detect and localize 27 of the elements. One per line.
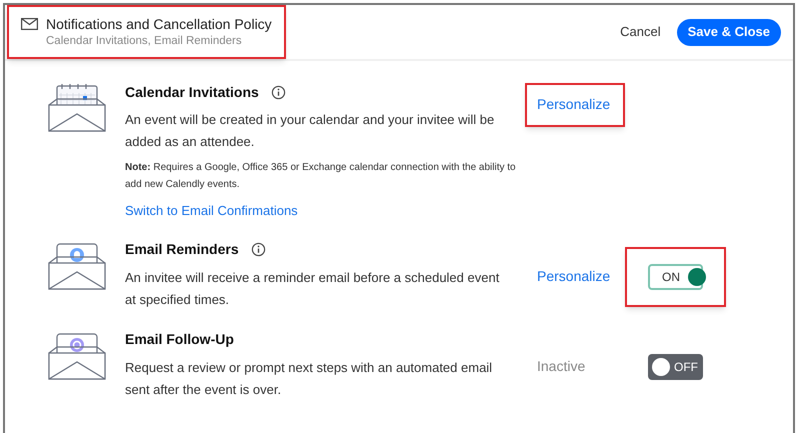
section-description: An event will be created in your calendar and your invitee will be added as an attendee.: [125, 111, 496, 151]
toggle-knob: [652, 358, 670, 376]
status-label: Inactive: [537, 358, 586, 374]
info-icon[interactable]: [250, 242, 266, 257]
toggle-switch[interactable]: ON: [648, 264, 703, 290]
section-description: Request a review or prompt next steps with an automated email sent after the event is over.: [125, 358, 494, 398]
personalize-link[interactable]: Personalize: [537, 268, 610, 284]
switch-link[interactable]: Switch to Email Confirmations: [125, 201, 525, 220]
save-close-button[interactable]: Save & Close: [676, 18, 781, 46]
bell-envelope-icon: [47, 240, 107, 290]
calendar-envelope-icon: [47, 83, 107, 133]
note-text: Note: Requires a Google, Office 365 or Exchange calendar connection with the ability to add new Calendly events.: [125, 161, 517, 192]
toggle-switch[interactable]: OFF: [648, 354, 703, 380]
toggle-label: ON: [662, 268, 680, 286]
section-title: Calendar Invitations: [125, 82, 259, 102]
toggle-label: OFF: [674, 358, 698, 376]
dialog-title: Notifications and Cancellation Policy: [46, 15, 272, 33]
cancel-button[interactable]: Cancel: [620, 22, 661, 42]
info-icon[interactable]: [270, 84, 286, 100]
mail-icon: [21, 18, 38, 30]
refresh-envelope-icon: [47, 330, 107, 380]
toggle-knob: [688, 268, 706, 286]
section-title: Email Reminders: [125, 240, 239, 259]
personalize-link[interactable]: Personalize: [537, 96, 610, 112]
section-description: An invitee will receive a reminder email before a scheduled event at specified times.: [125, 268, 500, 309]
section-title: Email Follow-Up: [125, 330, 234, 349]
dialog-subtitle: Calendar Invitations, Email Reminders: [46, 34, 243, 49]
